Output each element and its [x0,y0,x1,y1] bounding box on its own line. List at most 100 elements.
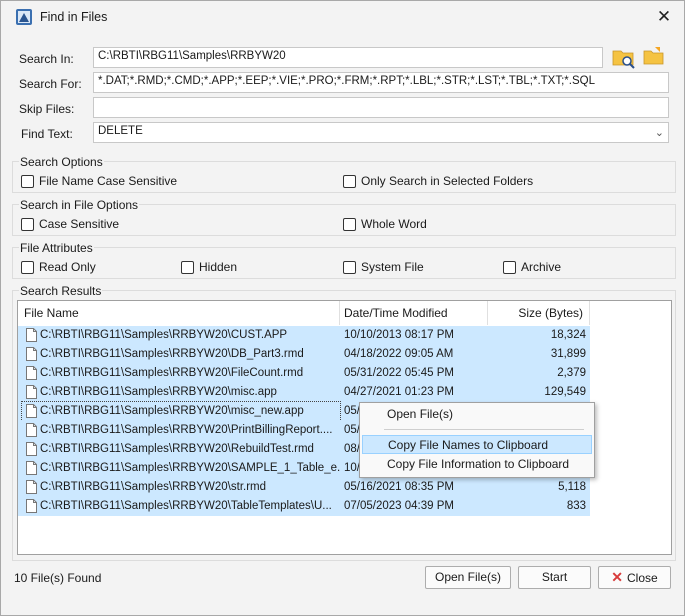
size-cell: 129,549 [544,386,586,398]
file-name-text: C:\RBTI\RBG11\Samples\RRBYW20\misc.app [40,386,277,398]
archive-checkbox[interactable]: Archive [503,260,561,274]
file-name-cell: C:\RBTI\RBG11\Samples\RRBYW20\TableTempl… [22,497,340,516]
file-name-cell: C:\RBTI\RBG11\Samples\RRBYW20\DB_Part3.r… [22,345,340,364]
file-name-cell: C:\RBTI\RBG11\Samples\RRBYW20\misc.app [22,383,340,402]
find-in-files-window: Find in Files ✕ Search In: C:\RBTI\RBG11… [0,0,685,616]
file-name-cell: C:\RBTI\RBG11\Samples\RRBYW20\RebuildTes… [22,440,340,459]
checkbox-box[interactable] [21,217,34,231]
search-for-input[interactable]: *.DAT;*.RMD;*.CMD;*.APP;*.EEP;*.VIE;*.PR… [93,72,669,93]
case-sensitive-checkbox[interactable]: Case Sensitive [21,217,119,231]
menu-item-copy-file-info[interactable]: Copy File Information to Clipboard [362,455,592,474]
checkbox-label: Whole Word [361,217,427,231]
table-row[interactable]: C:\RBTI\RBG11\Samples\RRBYW20\misc.app 04… [18,383,590,402]
context-menu: Open File(s) Copy File Names to Clipboar… [359,402,595,478]
file-name-text: C:\RBTI\RBG11\Samples\RRBYW20\FileCount.… [40,367,304,379]
file-name-text: C:\RBTI\RBG11\Samples\RRBYW20\PrintBilli… [40,424,333,436]
window-title: Find in Files [40,10,108,24]
system-file-checkbox[interactable]: System File [343,260,424,274]
open-files-button[interactable]: Open File(s) [425,566,511,589]
document-icon [26,461,37,475]
checkbox-label: Hidden [199,260,238,274]
checkbox-box[interactable] [21,174,34,188]
window-close-icon[interactable]: ✕ [649,5,679,29]
checkbox-box[interactable] [343,174,356,188]
file-name-text: C:\RBTI\RBG11\Samples\RRBYW20\TableTempl… [40,500,332,512]
close-button[interactable]: ✕ Close [598,566,671,589]
checkbox-box[interactable] [503,260,516,274]
table-row[interactable]: C:\RBTI\RBG11\Samples\RRBYW20\CUST.APP 10… [18,326,590,345]
skip-files-input[interactable] [93,97,669,118]
document-icon [26,366,37,380]
table-row[interactable]: C:\RBTI\RBG11\Samples\RRBYW20\TableTempl… [18,497,590,516]
checkbox-box[interactable] [343,217,356,231]
find-text-combobox[interactable]: DELETE ⌄ [93,122,669,143]
checkbox-label: Case Sensitive [39,217,120,231]
document-icon [26,385,37,399]
file-name-cell: C:\RBTI\RBG11\Samples\RRBYW20\str.rmd [22,478,340,497]
column-header-file-name[interactable]: File Name [18,301,340,325]
table-row[interactable]: C:\RBTI\RBG11\Samples\RRBYW20\str.rmd 05/… [18,478,590,497]
menu-item-copy-file-names[interactable]: Copy File Names to Clipboard [362,435,592,454]
size-cell: 5,118 [558,481,586,493]
only-selected-folders-checkbox[interactable]: Only Search in Selected Folders [343,174,533,188]
document-icon [26,423,37,437]
file-name-text: C:\RBTI\RBG11\Samples\RRBYW20\str.rmd [40,481,267,493]
open-files-button-label: Open File(s) [434,570,502,584]
table-row[interactable]: C:\RBTI\RBG11\Samples\RRBYW20\DB_Part3.r… [18,345,590,364]
start-button-label: Start [541,570,568,584]
search-results-title: Search Results [19,284,103,298]
chevron-down-icon[interactable]: ⌄ [655,126,664,139]
date-cell: 10/10/2013 08:17 PM [344,329,454,341]
document-icon [26,404,37,418]
skip-files-label: Skip Files: [19,102,75,116]
size-cell: 2,379 [557,367,586,379]
search-options-title: Search Options [19,155,104,169]
checkbox-label: File Name Case Sensitive [39,174,178,188]
file-name-text: C:\RBTI\RBG11\Samples\RRBYW20\misc_new.a… [40,405,304,417]
column-header-date-modified[interactable]: Date/Time Modified [340,301,488,325]
search-in-input[interactable]: C:\RBTI\RBG11\Samples\RRBYW20 [93,47,603,68]
size-cell: 833 [566,500,586,512]
checkbox-box[interactable] [21,260,34,274]
read-only-checkbox[interactable]: Read Only [21,260,96,274]
file-name-cell: C:\RBTI\RBG11\Samples\RRBYW20\PrintBilli… [22,421,340,440]
date-cell: 07/05/2023 04:39 PM [344,500,454,512]
size-cell: 31,899 [550,348,586,360]
start-button[interactable]: Start [518,566,591,589]
column-header-size[interactable]: Size (Bytes) [488,301,590,325]
file-attributes-title: File Attributes [19,241,94,255]
close-red-x-icon: ✕ [611,569,624,585]
search-for-label: Search For: [19,77,82,91]
checkbox-box[interactable] [343,260,356,274]
document-icon [26,499,37,513]
search-in-label: Search In: [19,52,74,66]
folder-browse-icon[interactable] [643,46,665,66]
find-text-value: DELETE [98,125,143,137]
checkbox-label: Read Only [39,260,96,274]
file-name-text: C:\RBTI\RBG11\Samples\RRBYW20\DB_Part3.r… [40,348,304,360]
menu-item-label: Copy File Information to Clipboard [387,457,570,471]
document-icon [26,347,37,361]
date-cell: 05/16/2021 08:35 PM [344,481,454,493]
checkbox-label: Only Search in Selected Folders [361,174,534,188]
checkbox-box[interactable] [181,260,194,274]
title-bar: Find in Files ✕ [1,1,684,33]
whole-word-checkbox[interactable]: Whole Word [343,217,427,231]
file-name-cell: C:\RBTI\RBG11\Samples\RRBYW20\CUST.APP [22,326,340,345]
menu-item-open-files[interactable]: Open File(s) [362,405,592,424]
file-name-case-sensitive-checkbox[interactable]: File Name Case Sensitive [21,174,177,188]
date-cell: 04/18/2022 09:05 AM [344,348,454,360]
file-options-title: Search in File Options [19,198,140,212]
file-name-text: C:\RBTI\RBG11\Samples\RRBYW20\CUST.APP [40,329,288,341]
menu-item-label: Copy File Names to Clipboard [388,438,549,452]
document-icon [26,328,37,342]
app-icon [16,9,32,25]
document-icon [26,480,37,494]
document-icon [26,442,37,456]
folder-search-icon[interactable] [612,47,636,69]
menu-separator [384,429,584,430]
status-text: 10 File(s) Found [14,571,102,585]
table-row[interactable]: C:\RBTI\RBG11\Samples\RRBYW20\FileCount.… [18,364,590,383]
hidden-checkbox[interactable]: Hidden [181,260,237,274]
file-name-cell: C:\RBTI\RBG11\Samples\RRBYW20\FileCount.… [22,364,340,383]
